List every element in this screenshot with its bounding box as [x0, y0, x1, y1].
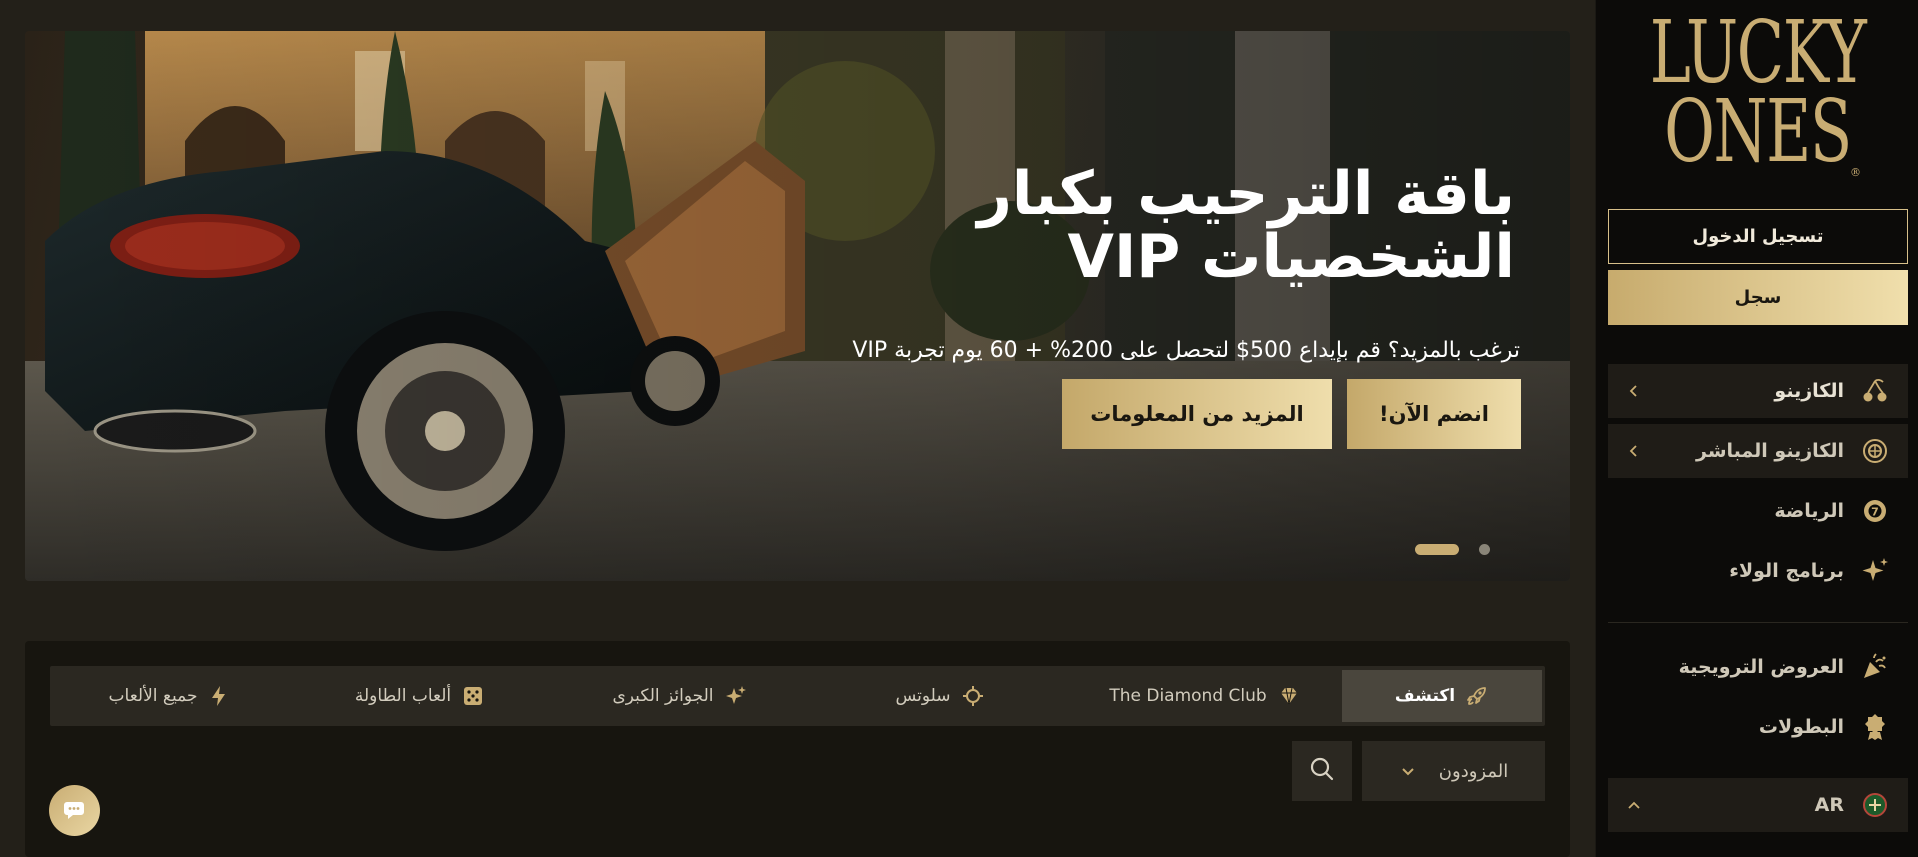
chevron-left-icon — [1624, 444, 1644, 458]
sidebar-item-casino[interactable]: الكازينو — [1608, 364, 1908, 418]
carousel-dot[interactable] — [1479, 544, 1490, 555]
party-popper-icon — [1860, 652, 1890, 682]
search-icon — [1308, 755, 1336, 787]
chevron-down-icon — [1399, 762, 1417, 780]
sidebar: LUCKY ONES ® تسجيل الدخول سجل الكازينو ا… — [1595, 0, 1918, 857]
dice-icon — [461, 684, 485, 708]
diamond-icon — [1277, 684, 1301, 708]
sidebar-item-label: الكازينو المباشر — [1696, 440, 1844, 462]
sidebar-divider — [1608, 622, 1908, 623]
sidebar-item-label: العروض الترويجية — [1678, 656, 1844, 678]
chevron-left-icon — [1624, 384, 1644, 398]
sidebar-item-live-casino[interactable]: الكازينو المباشر — [1608, 424, 1908, 478]
sidebar-item-sports[interactable]: 7 الرياضة — [1608, 484, 1908, 538]
sidebar-item-loyalty[interactable]: برنامج الولاء — [1608, 544, 1908, 598]
sidebar-item-label: البطولات — [1758, 716, 1844, 738]
tab-discover[interactable]: اكتشف — [1342, 670, 1542, 722]
tab-label: اكتشف — [1394, 686, 1456, 706]
cherries-icon — [1860, 376, 1890, 406]
tab-slots[interactable]: سلوتس — [830, 670, 1050, 722]
tab-label: سلوتس — [895, 686, 951, 706]
sparkles-icon — [1860, 556, 1890, 586]
sidebar-item-label: برنامج الولاء — [1729, 560, 1844, 582]
language-selector[interactable]: AR — [1608, 778, 1908, 832]
login-button[interactable]: تسجيل الدخول — [1608, 209, 1908, 264]
tab-diamond-club[interactable]: The Diamond Club — [1090, 670, 1320, 722]
language-flag-icon — [1860, 790, 1890, 820]
join-now-button[interactable]: !انضم الآن — [1347, 379, 1521, 449]
tab-table-games[interactable]: ألعاب الطاولة — [310, 670, 530, 722]
sidebar-item-label: الكازينو — [1774, 380, 1844, 402]
award-badge-icon — [1860, 712, 1890, 742]
tab-label: The Diamond Club — [1109, 686, 1267, 706]
register-button[interactable]: سجل — [1608, 270, 1908, 325]
more-info-button[interactable]: المزيد من المعلومات — [1062, 379, 1332, 449]
provider-dropdown[interactable]: المزودون — [1362, 741, 1545, 801]
tab-jackpots[interactable]: الجوائز الكبرى — [570, 670, 790, 722]
sidebar-item-tournaments[interactable]: البطولات — [1608, 700, 1908, 754]
slots-icon — [961, 684, 985, 708]
chat-icon — [61, 795, 89, 827]
provider-label: المزودون — [1438, 760, 1509, 782]
carousel-dot-active[interactable] — [1415, 544, 1459, 555]
tab-label: جميع الألعاب — [108, 686, 198, 706]
roulette-icon — [1860, 436, 1890, 466]
chevron-up-icon — [1624, 797, 1644, 813]
tab-all-games[interactable]: جميع الألعاب — [50, 670, 290, 722]
jackpot-sparkle-icon — [724, 684, 748, 708]
games-panel: اكتشف The Diamond Club سلوتس الجوائز الك… — [25, 641, 1570, 857]
tab-label: الجوائز الكبرى — [612, 686, 714, 706]
live-chat-button[interactable] — [49, 785, 100, 836]
game-category-tabs: اكتشف The Diamond Club سلوتس الجوائز الك… — [50, 666, 1545, 726]
sidebar-item-promotions[interactable]: العروض الترويجية — [1608, 640, 1908, 694]
lightning-icon — [207, 684, 231, 708]
tab-label: ألعاب الطاولة — [354, 686, 452, 706]
search-button[interactable] — [1292, 741, 1352, 801]
sports-ball-icon: 7 — [1860, 496, 1890, 526]
lucky-ones-logo[interactable]: LUCKY ONES ® — [1596, 10, 1918, 178]
hero-title: باقة الترحيب بكبار الشخصيات VIP — [977, 159, 1515, 292]
rocket-icon — [1465, 684, 1489, 708]
hero-subtitle: ترغب بالمزيد؟ قم بإيداع 500$ لتحصل على 2… — [852, 338, 1520, 363]
sidebar-item-label: الرياضة — [1774, 500, 1844, 522]
hero-background-image — [25, 31, 1570, 581]
hero-banner: باقة الترحيب بكبار الشخصيات VIP ترغب بال… — [25, 31, 1570, 581]
language-code: AR — [1814, 794, 1844, 816]
svg-text:7: 7 — [1871, 506, 1879, 519]
